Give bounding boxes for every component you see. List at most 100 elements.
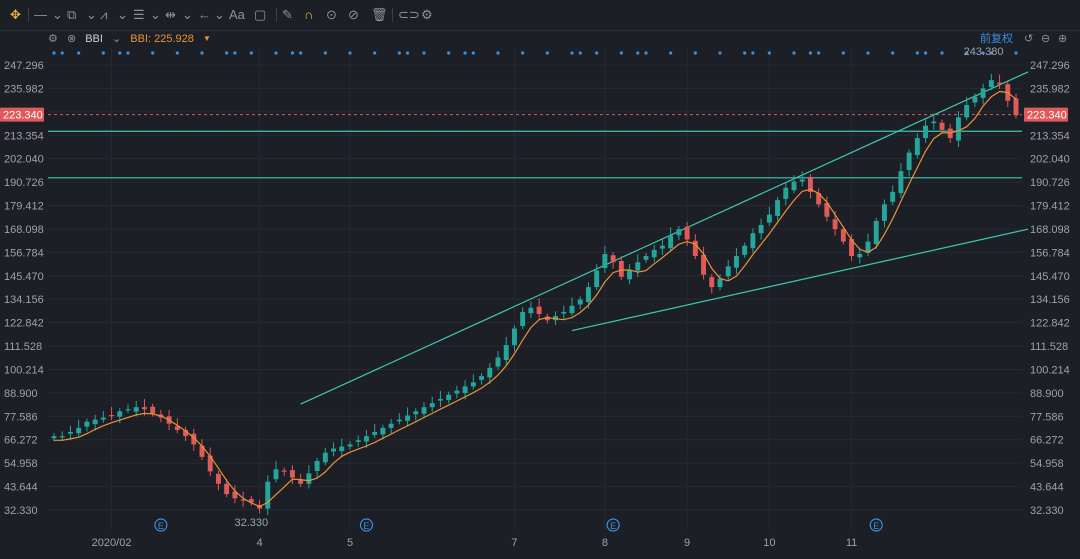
measure-tool-icon[interactable]: ⇹: [165, 7, 176, 23]
candle-body: [413, 411, 419, 415]
y-tick-label: 213.354: [1030, 130, 1070, 142]
candle-body: [701, 254, 707, 275]
event-dot: [471, 51, 475, 55]
candle-body: [577, 299, 583, 305]
zoom-in-icon[interactable]: ⊕: [1058, 32, 1067, 46]
chevron-down-icon[interactable]: ⌄: [150, 7, 161, 23]
earnings-marker-icon: [606, 518, 620, 532]
candle-body: [133, 407, 139, 412]
event-dot: [817, 51, 821, 55]
pencil-icon[interactable]: ✎: [282, 7, 293, 23]
y-tick-label: 156.784: [1030, 247, 1070, 259]
candle-body: [988, 80, 994, 88]
arrow-tool-icon[interactable]: ←: [198, 7, 211, 23]
event-dot: [669, 51, 673, 55]
chevron-down-icon[interactable]: ⌄: [86, 7, 97, 23]
chevron-down-icon[interactable]: ⌄: [52, 7, 63, 23]
y-tick-label-left: 66.272: [4, 435, 38, 447]
candle-body: [569, 305, 575, 314]
chevron-down-icon[interactable]: ⌄: [117, 7, 128, 23]
event-dot: [118, 51, 122, 55]
candle-body: [775, 200, 781, 216]
event-dot: [751, 51, 755, 55]
eye-icon[interactable]: ⊙: [326, 7, 337, 23]
settings-icon[interactable]: ⚙: [48, 32, 58, 46]
candle-body: [651, 249, 657, 258]
x-tick-label: 10: [763, 537, 775, 549]
candle-body: [528, 307, 534, 314]
event-dot: [792, 51, 796, 55]
event-dot: [463, 51, 467, 55]
settings-icon[interactable]: ⚙: [421, 7, 433, 23]
earnings-marker-icon: [154, 518, 168, 532]
candle-body: [964, 104, 970, 118]
hide-icon[interactable]: ⊘: [348, 7, 359, 23]
price-chart[interactable]: 247.296 247.296 235.982 235.982 213.354 213.3…: [0, 0, 1080, 559]
chevron-down-icon[interactable]: ⌄: [112, 32, 121, 46]
chevron-down-icon[interactable]: ⌄: [182, 7, 193, 23]
candle-body: [355, 440, 361, 442]
candle-body: [437, 398, 443, 401]
move-cross-icon[interactable]: ✥: [10, 7, 21, 23]
candle-body: [183, 429, 189, 437]
candle-body: [396, 419, 402, 422]
candle-body: [240, 499, 246, 501]
y-tick-label-left: 235.982: [4, 83, 44, 95]
candle-body: [298, 480, 304, 484]
trash-icon[interactable]: 🗑: [371, 7, 388, 23]
magnet-icon[interactable]: ∩: [304, 7, 313, 23]
candle-body: [947, 128, 953, 139]
event-dot: [447, 51, 451, 55]
x-tick-label: 11: [846, 537, 857, 549]
event-dot: [225, 51, 229, 55]
candle-body: [972, 96, 978, 103]
current-price-tag: 223.340: [1027, 110, 1067, 122]
candle-body: [692, 240, 698, 257]
candle-body: [174, 426, 180, 430]
y-tick-label-left: 213.354: [4, 130, 44, 142]
y-tick-label-left: 100.214: [4, 364, 44, 376]
event-dot: [233, 51, 237, 55]
candle-body: [709, 277, 715, 288]
candle-body: [92, 419, 98, 425]
candle-body: [446, 394, 452, 401]
event-dot: [101, 51, 105, 55]
zoom-out-icon[interactable]: ⊖: [1041, 32, 1050, 46]
candle-body: [561, 311, 567, 314]
candle-body: [470, 382, 476, 387]
event-dot: [274, 51, 278, 55]
candle-body: [306, 473, 312, 484]
indicator-name[interactable]: BBI: [85, 32, 103, 46]
candle-body: [117, 411, 123, 417]
wave-tool-icon[interactable]: ⩘: [100, 7, 107, 23]
event-dot: [348, 51, 352, 55]
y-tick-label: 145.470: [1030, 271, 1070, 283]
candle-body: [273, 469, 279, 480]
candle-body: [405, 415, 411, 421]
candle-body: [215, 473, 221, 484]
caret-down-icon[interactable]: ▼: [203, 32, 211, 46]
link-icon[interactable]: ⊂⊃: [398, 7, 420, 23]
line-tool-icon[interactable]: —: [34, 7, 47, 23]
close-icon[interactable]: ⊗: [67, 32, 76, 46]
event-dot: [496, 51, 500, 55]
candle-body: [742, 245, 748, 255]
y-tick-label-left: 247.296: [4, 60, 44, 72]
comment-icon[interactable]: ▢: [254, 7, 266, 23]
y-tick-label: 247.296: [1030, 60, 1070, 72]
candle-body: [914, 138, 920, 156]
undo-icon[interactable]: ↺: [1024, 32, 1033, 46]
earnings-marker-icon: [359, 518, 374, 532]
candle-body: [816, 193, 822, 205]
text-tool-icon[interactable]: Aa: [229, 7, 245, 23]
candle-body: [627, 270, 633, 280]
candle-body: [487, 367, 493, 378]
adjust-mode-button[interactable]: 前复权: [980, 32, 1013, 46]
event-dot: [923, 51, 928, 55]
candle-body: [289, 470, 295, 478]
candle-body: [791, 181, 797, 191]
rect-tool-icon[interactable]: ⧉: [67, 7, 76, 23]
candle-body: [824, 203, 830, 217]
fib-tool-icon[interactable]: ☰: [133, 7, 145, 23]
chevron-down-icon[interactable]: ⌄: [214, 7, 225, 23]
